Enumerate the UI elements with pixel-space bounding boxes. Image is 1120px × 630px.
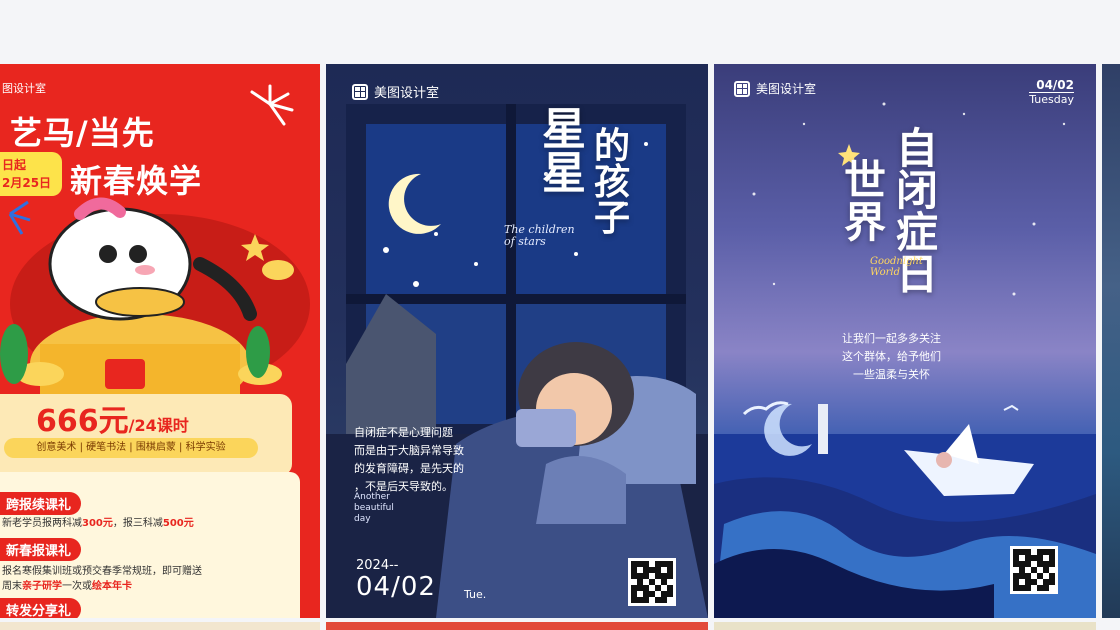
top-bar [0, 0, 1120, 64]
template-card-spring-course[interactable]: 图设计室 艺马/当先 新春焕学 日起 2月25日 666元/24课时 创意美术 … [0, 64, 320, 618]
template-card-autism-day[interactable]: 美图设计室 04/02 Tuesday 世界 自闭症日 Goodnight Wo… [714, 64, 1096, 618]
template-card-partial[interactable] [1102, 64, 1120, 618]
brand-logo: 美图设计室 [352, 82, 439, 101]
brand-logo: 美图设计室 [734, 80, 816, 97]
next-row-card[interactable] [326, 622, 708, 630]
offer-title-1: 跨报续课礼 [0, 492, 82, 515]
offer-text-1: 新老学员报两科减300元，报三科减500元 [2, 518, 194, 529]
price-unit: /24课时 [128, 416, 189, 435]
price-panel: 666元/24课时 创意美术 | 硬笔书法 | 围棋启蒙 | 科学实验 [0, 394, 292, 476]
offer-title-3: 转发分享礼 [0, 598, 82, 618]
brand-logo: 图设计室 [2, 80, 46, 96]
offer-title-2: 新春报课礼 [0, 538, 82, 561]
date-block: 04/02 Tuesday [1029, 78, 1074, 106]
date-badge: 日起 2月25日 [0, 152, 62, 196]
offer-text-2b: 周末亲子研学一次或绘本年卡 [2, 581, 132, 592]
template-card-star-children[interactable]: 美图设计室 星星 的孩子 The children of stars 自闭症不是… [326, 64, 708, 618]
script-subtitle: The children of stars [504, 223, 575, 248]
poster-title-col2: 的孩子 [594, 125, 631, 239]
poster-title-col1: 星星 [542, 104, 586, 199]
weekday-label: Tue. [464, 588, 487, 601]
next-row-card[interactable] [714, 622, 1096, 630]
brand-logo-icon [352, 83, 368, 100]
next-row-card[interactable] [0, 622, 320, 630]
poster-title-line2: 新春焕学 [70, 162, 203, 200]
lighthouse-icon [818, 404, 828, 454]
qr-code [628, 558, 676, 606]
offer-text-2a: 报名寒假集训班或预交春季常规班，即可赠送 [2, 566, 202, 577]
poster-title-col1: 世界 [844, 156, 887, 247]
date-label: 04/02 [356, 572, 436, 602]
firework-icon [250, 84, 294, 126]
brand-name: 图设计室 [2, 82, 46, 95]
qr-code [1010, 546, 1058, 594]
poster-body-text: 让我们一起多多关注 这个群体，给予他们 一些温柔与关怀 [842, 332, 941, 381]
script-subtitle: Goodnight World [870, 256, 923, 278]
price-value: 666元 [36, 404, 129, 439]
poster-artwork [326, 104, 708, 618]
poster-title-line1: 艺马/当先 [10, 114, 155, 152]
brand-name: 美图设计室 [756, 82, 817, 96]
firework-blue-icon [8, 200, 31, 235]
subjects-bar: 创意美术 | 硬笔书法 | 围棋启蒙 | 科学实验 [4, 438, 258, 458]
poster-body-text: 自闭症不是心理问题 而是由于大脑异常导致 的发育障碍，是先天的 ，不是后天导致的… [354, 426, 464, 493]
year-label: 2024-- [356, 558, 399, 573]
offers-panel: 跨报续课礼 新老学员报两科减300元，报三科减500元 新春报课礼 报名寒假集训… [0, 472, 300, 618]
english-caption: Another beautiful day [354, 492, 394, 524]
tablet-icon [516, 409, 576, 447]
date-label: 04/02 [1029, 78, 1074, 93]
weekday-label: Tuesday [1029, 93, 1074, 106]
brand-logo-icon [734, 80, 750, 97]
brand-name: 美图设计室 [374, 86, 440, 101]
